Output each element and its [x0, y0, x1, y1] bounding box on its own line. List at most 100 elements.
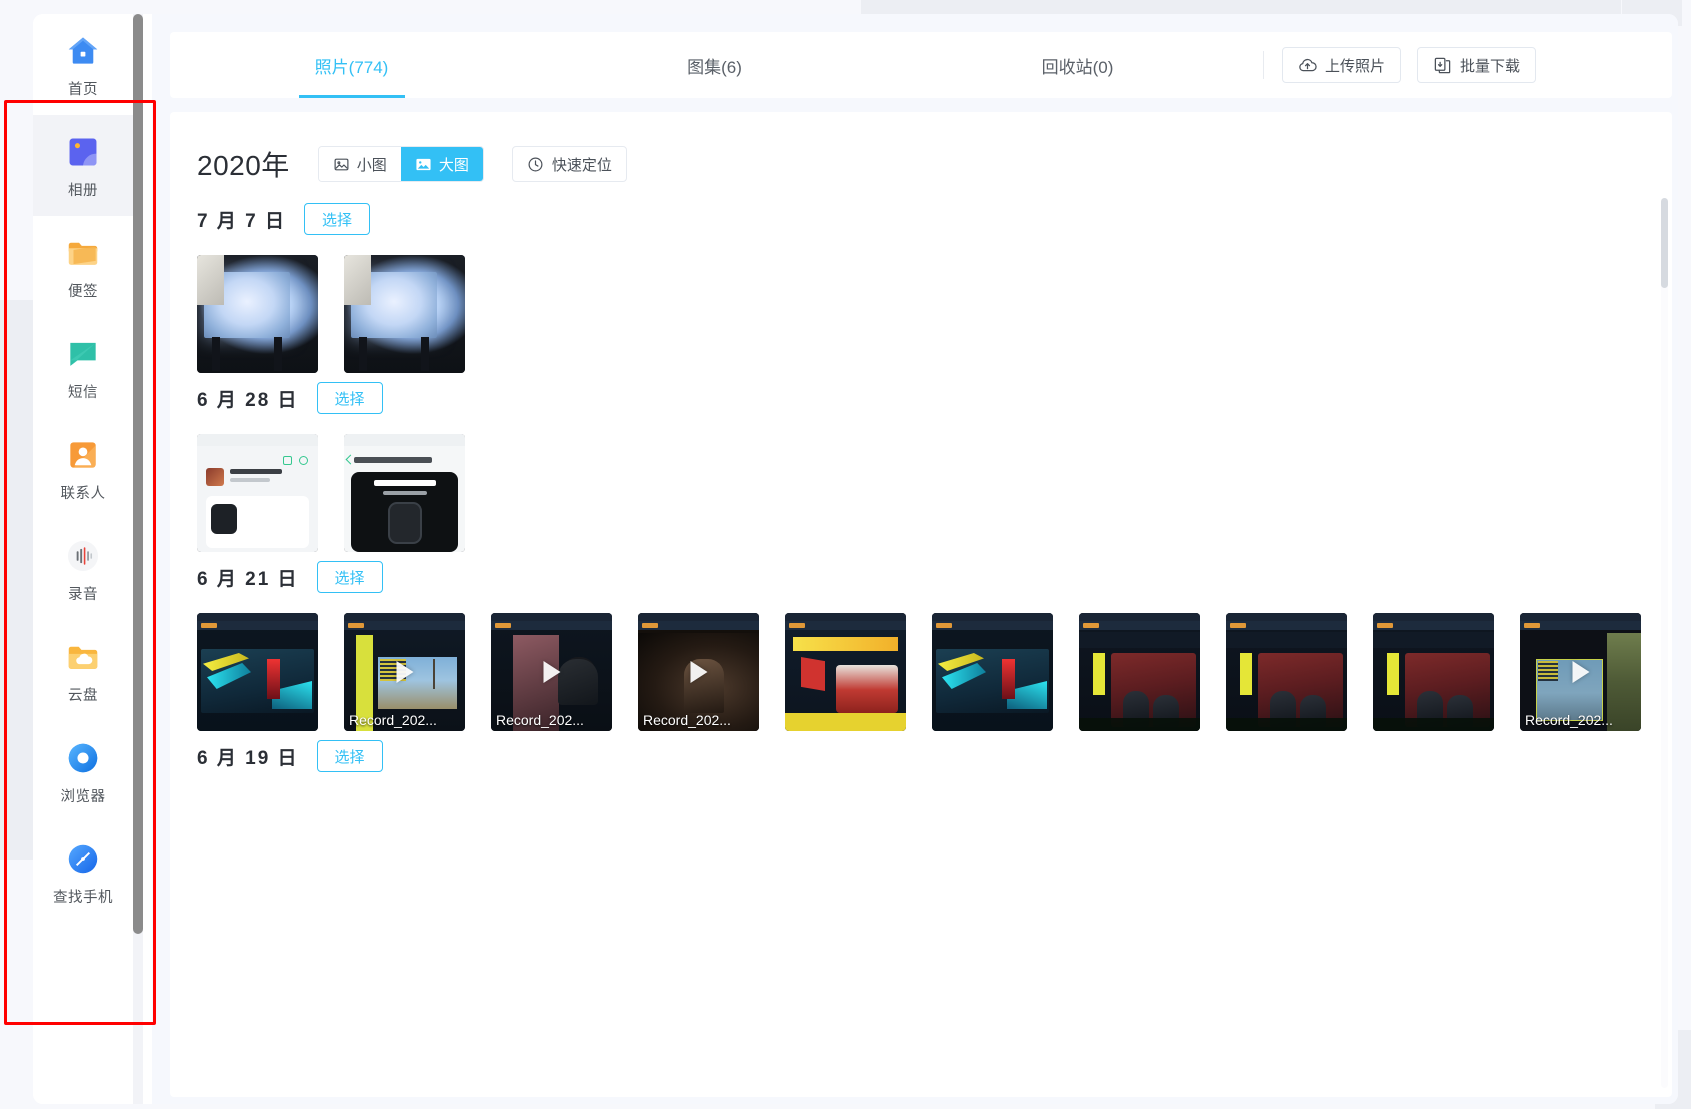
thumbnail-image: [932, 613, 1053, 731]
cloud-drive-icon: [63, 637, 103, 677]
photo-scrollbar-thumb[interactable]: [1661, 198, 1668, 288]
thumbnail-art-part: [558, 659, 598, 705]
batch-download-label: 批量下载: [1460, 57, 1521, 75]
photo-scrollbar-track[interactable]: [1661, 198, 1668, 1088]
video-thumbnail[interactable]: Record_202...: [344, 613, 465, 731]
sidebar-item-label: 联系人: [60, 485, 106, 502]
photo-group-header: 6 月 19 日 选择: [197, 731, 1672, 781]
sidebar-item-6[interactable]: 云盘: [33, 620, 133, 721]
thumbnail-art-part: [785, 713, 906, 731]
upload-photos-button[interactable]: 上传照片: [1282, 47, 1402, 83]
sidebar: 首页相册便签短信联系人录音云盘浏览器查找手机: [33, 14, 133, 1104]
thumbnail-art-part: [344, 434, 465, 446]
sidebar-item-1[interactable]: 相册: [33, 115, 133, 216]
photo-thumbnail[interactable]: [1226, 613, 1347, 731]
browser-icon: [63, 738, 103, 778]
thumbnail-art-part: [1520, 613, 1641, 621]
tab-1[interactable]: 图集(6): [533, 32, 896, 98]
sidebar-item-0[interactable]: 首页: [33, 14, 133, 115]
thumbnail-art-part: [1230, 623, 1246, 628]
batch-download-button[interactable]: 批量下载: [1417, 47, 1537, 83]
photo-group-header: 7 月 7 日 选择: [197, 194, 1672, 244]
photo-groups: 7 月 7 日选择 6 月 28 日选择 6 月 21 日选择 Record_202.…: [170, 194, 1672, 781]
play-icon[interactable]: [690, 661, 707, 683]
cloud-upload-icon: [1298, 56, 1317, 75]
thumbnail-art-part: [1240, 653, 1252, 695]
quick-locate-button[interactable]: 快速定位: [511, 146, 627, 182]
select-button-label: 选择: [321, 211, 352, 229]
view-large-button[interactable]: 大图: [400, 147, 483, 181]
photo-thumbnail[interactable]: [344, 255, 465, 373]
tab-2[interactable]: 回收站(0): [896, 32, 1259, 98]
video-thumbnail[interactable]: Record_202...: [491, 613, 612, 731]
photo-thumbnail[interactable]: [932, 613, 1053, 731]
sidebar-scrollbar-thumb[interactable]: [133, 14, 143, 934]
sidebar-item-8[interactable]: 查找手机: [33, 822, 133, 923]
photo-grid: [197, 434, 1672, 552]
thumbnail-art-part: [932, 613, 1053, 621]
thumbnail-art-part: [936, 623, 952, 628]
photo-thumbnail[interactable]: [344, 434, 465, 552]
thumbnail-art-part: [382, 491, 427, 495]
sidebar-item-label: 便签: [68, 283, 98, 300]
sidebar-item-label: 短信: [68, 384, 98, 401]
select-button[interactable]: 选择: [316, 561, 383, 593]
video-thumbnail[interactable]: Record_202...: [1520, 613, 1641, 731]
sidebar-item-label: 相册: [68, 182, 98, 199]
thumbnail-art-part: [283, 456, 292, 465]
photo-thumbnail[interactable]: [785, 613, 906, 731]
photo-group-date: 6 月 19 日: [197, 747, 299, 769]
sidebar-item-3[interactable]: 短信: [33, 317, 133, 418]
thumbnail-art-part: [1377, 623, 1393, 628]
photo-thumbnail[interactable]: [1079, 613, 1200, 731]
select-button[interactable]: 选择: [303, 203, 370, 235]
photo-group: 6 月 21 日选择 Record_202... Record_202... Reco…: [170, 552, 1672, 731]
batch-download-icon: [1433, 56, 1452, 75]
sidebar-item-label: 云盘: [68, 687, 98, 704]
thumbnail-art-part: [1538, 661, 1558, 681]
sidebar-item-5[interactable]: 录音: [33, 519, 133, 620]
year-title: 2020年: [197, 150, 290, 181]
thumbnail-art-part: [1524, 623, 1540, 628]
thumbnail-art-part: [1373, 613, 1494, 621]
thumbnail-art-part: [344, 613, 465, 621]
photo-thumbnail[interactable]: [197, 613, 318, 731]
thumbnail-art-part: [491, 613, 612, 621]
play-icon[interactable]: [396, 661, 413, 683]
video-filename: Record_202...: [1525, 712, 1613, 728]
sidebar-item-4[interactable]: 联系人: [33, 418, 133, 519]
sidebar-item-list: 首页相册便签短信联系人录音云盘浏览器查找手机: [33, 14, 133, 923]
thumbnail-image: [344, 434, 465, 552]
video-thumbnail[interactable]: Record_202...: [638, 613, 759, 731]
upload-photos-label: 上传照片: [1325, 57, 1386, 75]
photo-thumbnail[interactable]: [1373, 613, 1494, 731]
thumbnail-art-part: [358, 336, 367, 371]
thumbnail-art-part: [1079, 718, 1200, 731]
thumbnail-art-part: [373, 480, 436, 486]
sidebar-item-7[interactable]: 浏览器: [33, 721, 133, 822]
thumbnail-art-part: [197, 613, 318, 621]
tab-0[interactable]: 照片(774): [170, 32, 533, 98]
thumbnail-art-part: [433, 659, 435, 689]
thumbnail-art-part: [201, 623, 217, 628]
play-icon[interactable]: [543, 661, 560, 683]
thumbnail-art-part: [1083, 623, 1099, 628]
photo-thumbnail[interactable]: [197, 255, 318, 373]
view-small-button[interactable]: 小图: [318, 147, 401, 181]
thumbnail-art-part: [1373, 632, 1494, 648]
play-icon[interactable]: [1572, 661, 1589, 683]
select-button[interactable]: 选择: [316, 382, 383, 414]
thumbnail-art-part: [495, 623, 511, 628]
thumbnail-image: [785, 613, 906, 731]
photo-thumbnail[interactable]: [197, 434, 318, 552]
photo-grid: Record_202... Record_202... Record_202... R…: [197, 613, 1672, 731]
sidebar-item-2[interactable]: 便签: [33, 216, 133, 317]
thumbnail-art-part: [1079, 632, 1200, 648]
thumbnail-image: [197, 613, 318, 731]
thumbnail-image: [197, 434, 318, 552]
select-button[interactable]: 选择: [316, 740, 383, 772]
sidebar-item-label: 查找手机: [53, 889, 113, 906]
tab-bar: 照片(774) 图集(6) 回收站(0): [170, 32, 1259, 98]
thumbnail-image: [1226, 613, 1347, 731]
photo-group: 6 月 28 日 选择: [170, 373, 1672, 552]
